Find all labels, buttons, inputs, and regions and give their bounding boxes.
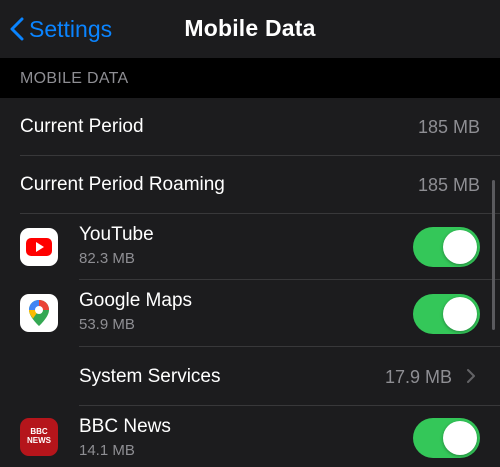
app-name: Google Maps <box>79 290 193 311</box>
app-row-youtube: YouTube 82.3 MB <box>0 214 500 280</box>
google-maps-data-toggle[interactable] <box>413 294 480 334</box>
bbc-news-icon: BBC NEWS <box>20 418 58 456</box>
current-period-label: Current Period <box>20 116 144 137</box>
app-name: YouTube <box>79 224 154 245</box>
current-period-row: Current Period 185 MB <box>0 98 500 156</box>
page-title: Mobile Data <box>184 15 316 41</box>
toggle-knob <box>443 230 477 264</box>
youtube-icon <box>20 228 58 266</box>
app-name: BBC News <box>79 416 171 437</box>
scroll-indicator[interactable] <box>492 180 495 330</box>
current-period-roaming-value: 185 MB <box>417 175 480 195</box>
current-period-roaming-label: Current Period Roaming <box>20 174 225 195</box>
navigation-bar: Settings Mobile Data <box>0 0 500 58</box>
google-maps-icon <box>20 294 58 332</box>
app-usage: 53.9 MB <box>79 316 135 333</box>
mobile-data-list: Current Period 185 MB Current Period Roa… <box>0 98 500 467</box>
section-header-label: MOBILE DATA <box>20 70 129 87</box>
current-period-roaming-row: Current Period Roaming 185 MB <box>0 156 500 214</box>
app-usage: 14.1 MB <box>79 442 135 459</box>
system-services-label: System Services <box>79 366 221 387</box>
chevron-right-icon <box>467 369 475 383</box>
section-header: MOBILE DATA <box>0 58 500 98</box>
bbc-icon-text: BBC <box>30 427 48 436</box>
system-services-value: 17.9 MB <box>384 367 452 387</box>
news-icon-text: NEWS <box>27 436 51 445</box>
toggle-knob <box>443 421 477 455</box>
system-services-row[interactable]: System Services 17.9 MB <box>0 347 500 406</box>
youtube-data-toggle[interactable] <box>413 227 480 267</box>
current-period-value: 185 MB <box>417 117 480 137</box>
app-row-bbc-news: BBC NEWS BBC News 14.1 MB <box>0 406 500 467</box>
app-row-google-maps: Google Maps 53.9 MB <box>0 280 500 347</box>
app-usage: 82.3 MB <box>79 250 135 267</box>
toggle-knob <box>443 297 477 331</box>
bbc-news-data-toggle[interactable] <box>413 418 480 458</box>
